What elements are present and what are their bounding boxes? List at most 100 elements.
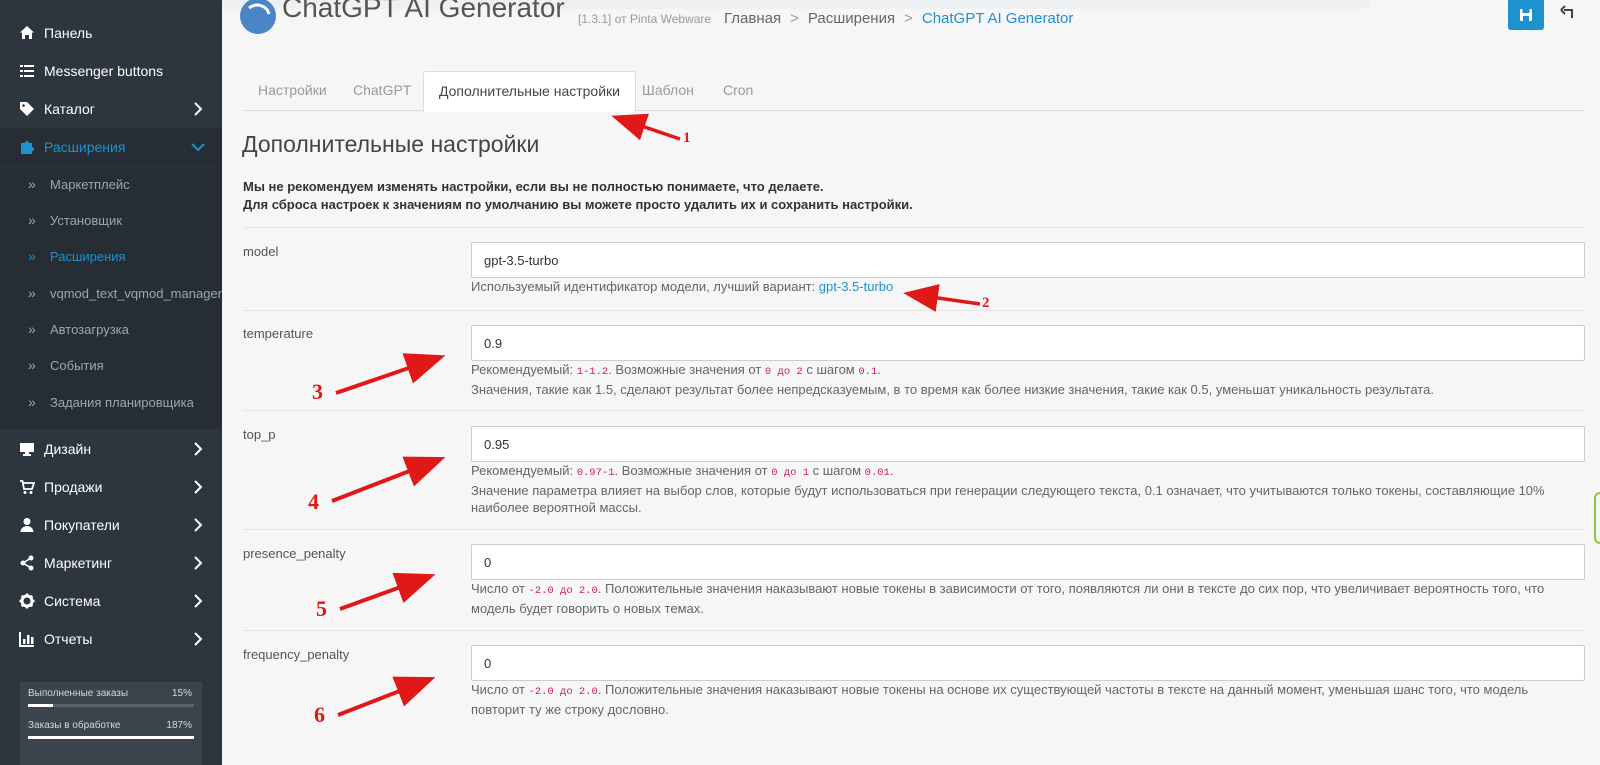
double-chevron-icon: » [28,248,36,264]
chevron-right-icon [194,518,203,532]
submenu-item-scheduler-tasks[interactable]: » Задания планировщика [0,385,222,419]
bar-chart-icon [19,631,35,647]
help-text: . [889,463,894,478]
save-button[interactable] [1508,0,1544,30]
sidebar-item-design[interactable]: Дизайн [0,430,222,468]
sidebar-item-dashboard[interactable]: Панель [0,14,222,52]
temperature-help: Рекомендуемый: 1-1.2. Возможные значения… [471,361,1571,398]
stat-progress-fill [28,736,194,739]
help-text: Число от [471,682,529,697]
sidebar-item-label: Система [44,593,101,609]
help-text: . Положительные значения наказывают новы… [471,682,1529,717]
top-p-input[interactable] [471,426,1585,462]
tab-chatgpt[interactable]: ChatGPT [338,71,426,111]
double-chevron-icon: » [28,212,36,228]
sidebar-item-system[interactable]: Система [0,582,222,620]
submenu-label: События [50,357,104,373]
help-code: -2.0 до 2.0 [528,585,598,597]
stat-percent: 187% [166,720,192,731]
sidebar-item-label: Покупатели [44,517,120,533]
warning-text: Мы не рекомендуем изменять настройки, ес… [243,178,913,214]
app-logo-icon [240,0,276,34]
stat-progress-fill [28,704,53,707]
help-code: 0.1 [858,366,878,378]
annotation-arrow-3 [335,353,446,395]
breadcrumb-home[interactable]: Главная [724,10,781,27]
chevron-right-icon [194,594,203,608]
submenu-item-vqmod-manager[interactable]: » vqmod_text_vqmod_manager [0,276,222,310]
sidebar-item-catalog[interactable]: Каталог [0,90,222,128]
tab-settings[interactable]: Настройки [243,71,342,111]
sidebar-item-label: Messenger buttons [44,63,164,79]
divider [243,529,1585,530]
submenu-label: Маркетплейс [50,176,130,192]
page-title: ChatGPT AI Generator [282,0,565,23]
sidebar-item-marketing[interactable]: Маркетинг [0,544,222,582]
annotation-number-1: 1 [683,130,691,146]
submenu-item-installer[interactable]: » Установщик [0,203,222,237]
temperature-input[interactable] [471,325,1585,361]
stat-completed-orders: Выполненные заказы 15% [28,688,194,720]
breadcrumb-extensions[interactable]: Расширения [808,10,895,27]
tab-cron[interactable]: Cron [708,71,768,111]
stat-progress-track [28,704,194,707]
chevron-right-icon [194,556,203,570]
list-icon [19,63,35,79]
back-arrow-icon[interactable] [1560,4,1576,20]
help-text: с шагом [809,463,865,478]
sidebar-item-customers[interactable]: Покупатели [0,506,222,544]
annotation-arrow-1 [611,113,681,141]
model-suggestion-link[interactable]: gpt-3.5-turbo [819,279,893,294]
extensions-submenu: » Маркетплейс » Установщик » Расширения » vq… [0,167,222,429]
warning-line: Мы не рекомендуем изменять настройки, ес… [243,179,824,194]
frequency-penalty-label: frequency_penalty [243,647,350,662]
annotation-arrow-6 [337,676,436,717]
help-code: 0.01 [864,467,890,479]
frequency-penalty-help: Число от -2.0 до 2.0. Положительные знач… [471,681,1571,718]
frequency-penalty-input[interactable] [471,645,1585,681]
submenu-item-autoload[interactable]: » Автозагрузка [0,312,222,346]
tab-advanced-settings[interactable]: Дополнительные настройки [423,71,636,112]
sidebar-item-messenger-buttons[interactable]: Messenger buttons [0,52,222,90]
chevron-right-icon [194,480,203,494]
divider [243,630,1585,631]
save-icon [1520,9,1532,21]
submenu-item-events[interactable]: » События [0,348,222,382]
breadcrumb-separator: > [904,10,913,27]
side-feedback-tab[interactable] [1594,492,1600,544]
breadcrumb-separator: > [790,10,799,27]
stat-label: Заказы в обработке [28,720,121,731]
stat-progress-track [28,736,194,739]
settings-tabs: Настройки ChatGPT Дополнительные настрой… [243,71,1585,112]
order-stats-panel: Выполненные заказы 15% Заказы в обработк… [20,682,202,765]
submenu-item-extensions[interactable]: » Расширения [0,239,222,273]
help-text: . Возможные значения от [608,362,765,377]
sidebar-item-extensions[interactable]: Расширения [0,128,222,166]
model-help: Используемый идентификатор модели, лучши… [471,278,1571,295]
sidebar-item-label: Отчеты [44,631,93,647]
cart-icon [19,479,35,495]
model-label: model [243,244,279,259]
annotation-number-6: 6 [314,702,325,727]
top-p-help: Рекомендуемый: 0.97-1. Возможные значени… [471,462,1571,516]
user-icon [19,517,35,533]
model-input[interactable] [471,242,1585,278]
help-code: -2.0 до 2.0 [528,686,598,698]
sidebar-item-reports[interactable]: Отчеты [0,620,222,658]
breadcrumb-current[interactable]: ChatGPT AI Generator [922,10,1073,27]
tab-template[interactable]: Шаблон [627,71,709,111]
help-text: . [877,362,881,377]
help-text: Значения, такие как 1.5, сделают результ… [471,382,1434,397]
help-text: Используемый идентификатор модели, лучши… [471,279,819,294]
gear-icon [19,593,35,609]
sidebar-item-sales[interactable]: Продажи [0,468,222,506]
submenu-label: Установщик [50,212,122,228]
presence-penalty-label: presence_penalty [243,546,346,561]
help-text: Рекомендуемый: [471,463,577,478]
submenu-item-marketplace[interactable]: » Маркетплейс [0,167,222,201]
double-chevron-icon: » [28,394,36,410]
stat-label: Выполненные заказы [28,688,129,699]
presence-penalty-input[interactable] [471,544,1585,580]
divider [243,310,1585,311]
top-p-label: top_p [243,427,276,442]
